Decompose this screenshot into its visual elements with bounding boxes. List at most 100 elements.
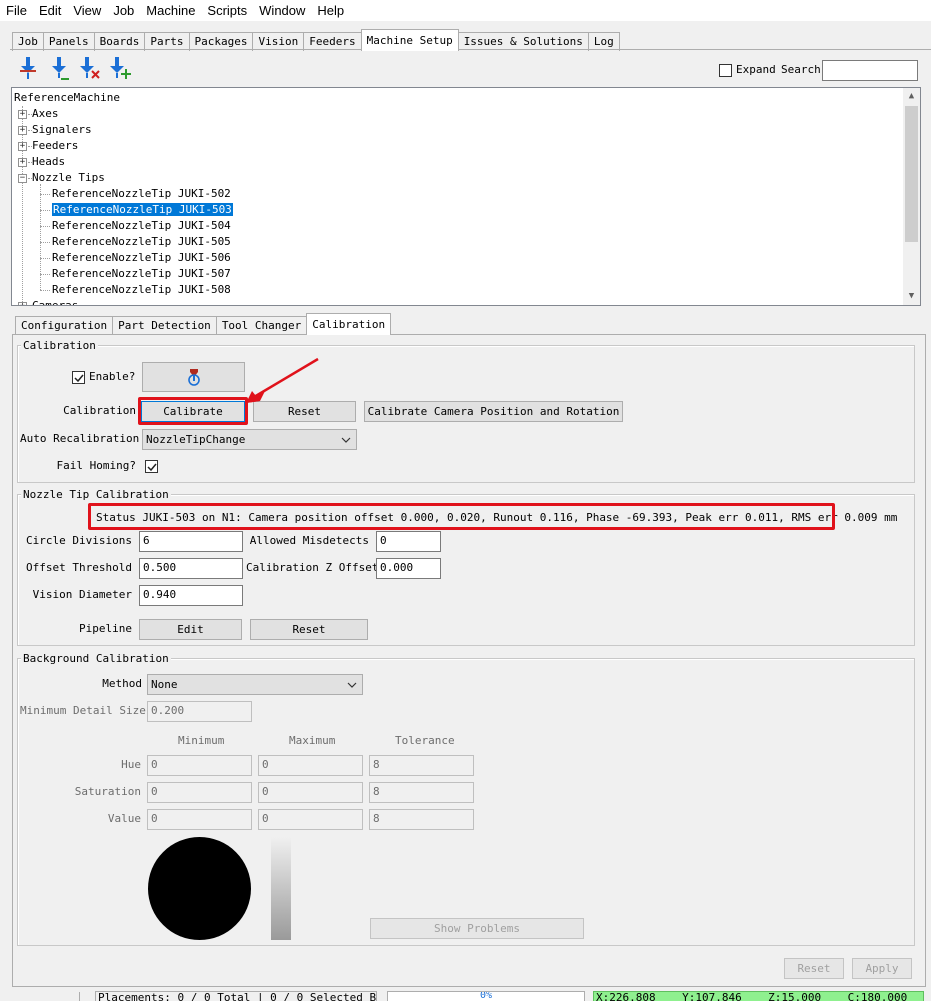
- menu-file[interactable]: File: [0, 0, 33, 21]
- hue-maximum-field[interactable]: 0: [258, 755, 363, 776]
- nozzle-tip-icon[interactable]: [17, 56, 39, 80]
- tab-divider: [10, 49, 931, 50]
- tree-node-feeders[interactable]: Feeders: [32, 138, 78, 154]
- search-input[interactable]: [822, 60, 918, 81]
- tree-node-cameras[interactable]: Cameras: [32, 298, 78, 305]
- calibration-status-text: Status JUKI-503 on N1: Camera position o…: [96, 511, 898, 524]
- saturation-minimum-field[interactable]: 0: [147, 782, 252, 803]
- expand-icon[interactable]: +: [18, 126, 27, 135]
- expand-icon[interactable]: +: [18, 142, 27, 151]
- vision-diameter-field[interactable]: 0.940: [139, 585, 243, 606]
- value-minimum-field[interactable]: 0: [147, 809, 252, 830]
- menu-window[interactable]: Window: [253, 0, 311, 21]
- tree-root[interactable]: ReferenceMachine: [14, 90, 120, 106]
- circle-divisions-field[interactable]: 6: [139, 531, 243, 552]
- calibrate-button[interactable]: Calibrate: [141, 401, 245, 422]
- expand-icon[interactable]: +: [18, 110, 27, 119]
- tab-calibration[interactable]: Calibration: [306, 313, 392, 335]
- expand-icon[interactable]: +: [18, 158, 27, 167]
- menu-job[interactable]: Job: [107, 0, 140, 21]
- calibrate-camera-button[interactable]: Calibrate Camera Position and Rotation: [364, 401, 623, 422]
- calibration-z-offset-field[interactable]: 0.000: [376, 558, 441, 579]
- saturation-maximum-field[interactable]: 0: [258, 782, 363, 803]
- tree-nozzle-tip-505[interactable]: ReferenceNozzleTip JUKI-505: [52, 234, 231, 250]
- calibration-z-offset-label: Calibration Z Offset: [246, 561, 379, 574]
- tree-connector: [40, 210, 50, 211]
- method-label: Method: [102, 677, 142, 690]
- value-tolerance-field[interactable]: 8: [369, 809, 474, 830]
- column-tolerance: Tolerance: [395, 734, 455, 747]
- hue-tolerance-field[interactable]: 8: [369, 755, 474, 776]
- allowed-misdetects-field[interactable]: 0: [376, 531, 441, 552]
- allowed-misdetects-label: Allowed Misdetects: [249, 534, 369, 547]
- status-bar: Placements: 0 / 0 Total | 0 / 0 Selected…: [0, 991, 931, 1001]
- column-maximum: Maximum: [289, 734, 336, 747]
- nozzle-tip-delete-icon[interactable]: [79, 56, 101, 80]
- value-label: Value: [107, 812, 141, 825]
- tree-nozzle-tip-502[interactable]: ReferenceNozzleTip JUKI-502: [52, 186, 231, 202]
- annotation-arrow-icon: [246, 357, 319, 403]
- tree-connector: [40, 194, 50, 195]
- tab-configuration[interactable]: Configuration: [15, 316, 114, 335]
- offset-threshold-field[interactable]: 0.500: [139, 558, 243, 579]
- tree-guide: [22, 106, 23, 305]
- pipeline-edit-button[interactable]: Edit: [139, 619, 242, 640]
- calibration-label: Calibration: [63, 404, 136, 417]
- fail-homing-checkbox[interactable]: [145, 460, 158, 473]
- apply-button[interactable]: Apply: [852, 958, 912, 979]
- pipeline-reset-button[interactable]: Reset: [250, 619, 368, 640]
- auto-recalibration-select[interactable]: NozzleTipChange: [142, 429, 357, 450]
- tab-machine-setup[interactable]: Machine Setup: [360, 29, 459, 51]
- menu-edit[interactable]: Edit: [33, 0, 67, 21]
- enable-checkbox[interactable]: [72, 371, 85, 384]
- chevron-down-icon: [347, 682, 357, 688]
- scroll-down-icon[interactable]: ▼: [903, 288, 920, 305]
- tree-nozzle-tip-507[interactable]: ReferenceNozzleTip JUKI-507: [52, 266, 231, 282]
- coordinates-readout: X:226.808 Y:107.846 Z:15.000 C:180.000: [593, 991, 924, 1001]
- offset-threshold-label: Offset Threshold: [26, 561, 132, 574]
- vision-diameter-label: Vision Diameter: [32, 588, 132, 601]
- minimum-detail-size-label: Minimum Detail Size: [20, 704, 146, 717]
- expand-icon[interactable]: +: [18, 302, 27, 305]
- menu-machine[interactable]: Machine: [140, 0, 201, 21]
- column-minimum: Minimum: [178, 734, 225, 747]
- menu-scripts[interactable]: Scripts: [201, 0, 253, 21]
- progress-text: 0%: [479, 991, 493, 1001]
- tree-node-axes[interactable]: Axes: [32, 106, 59, 122]
- value-maximum-field[interactable]: 0: [258, 809, 363, 830]
- tree-nozzle-tip-508[interactable]: ReferenceNozzleTip JUKI-508: [52, 282, 231, 298]
- tab-part-detection[interactable]: Part Detection: [112, 316, 217, 335]
- expand-checkbox[interactable]: [719, 64, 732, 77]
- pipeline-label: Pipeline: [79, 622, 132, 635]
- tree-connector: [40, 258, 50, 259]
- placements-status: Placements: 0 / 0 Total | 0 / 0 Selected…: [95, 991, 377, 1001]
- menu-view[interactable]: View: [67, 0, 107, 21]
- tree-node-nozzle-tips[interactable]: Nozzle Tips: [32, 170, 105, 186]
- tab-tool-changer[interactable]: Tool Changer: [215, 316, 308, 335]
- method-select[interactable]: None: [147, 674, 363, 695]
- tree-connector: [40, 242, 50, 243]
- minimum-detail-size-field[interactable]: 0.200: [147, 701, 252, 722]
- scroll-up-icon[interactable]: ▲: [903, 88, 920, 105]
- tree-nozzle-tip-506[interactable]: ReferenceNozzleTip JUKI-506: [52, 250, 231, 266]
- nozzle-tip-add-icon[interactable]: [109, 56, 131, 80]
- collapse-icon[interactable]: −: [18, 174, 27, 183]
- tree-connector: [40, 290, 50, 291]
- tree-node-heads[interactable]: Heads: [32, 154, 65, 170]
- nozzle-tip-unload-icon[interactable]: [49, 56, 71, 80]
- scrollbar-thumb[interactable]: [905, 106, 918, 242]
- background-calibration-title: Background Calibration: [21, 652, 171, 665]
- fail-homing-label: Fail Homing?: [56, 459, 136, 472]
- tree-scrollbar[interactable]: ▲ ▼: [903, 88, 920, 305]
- tree-nozzle-tip-504[interactable]: ReferenceNozzleTip JUKI-504: [52, 218, 231, 234]
- show-problems-button[interactable]: Show Problems: [370, 918, 584, 939]
- menu-help[interactable]: Help: [311, 0, 350, 21]
- nozzle-position-button[interactable]: [142, 362, 245, 392]
- hue-minimum-field[interactable]: 0: [147, 755, 252, 776]
- saturation-tolerance-field[interactable]: 8: [369, 782, 474, 803]
- search-label: Search: [781, 63, 821, 76]
- reset-button[interactable]: Reset: [784, 958, 844, 979]
- method-value: None: [151, 678, 178, 691]
- tree-nozzle-tip-503[interactable]: ReferenceNozzleTip JUKI-503: [52, 202, 233, 218]
- tree-node-signalers[interactable]: Signalers: [32, 122, 92, 138]
